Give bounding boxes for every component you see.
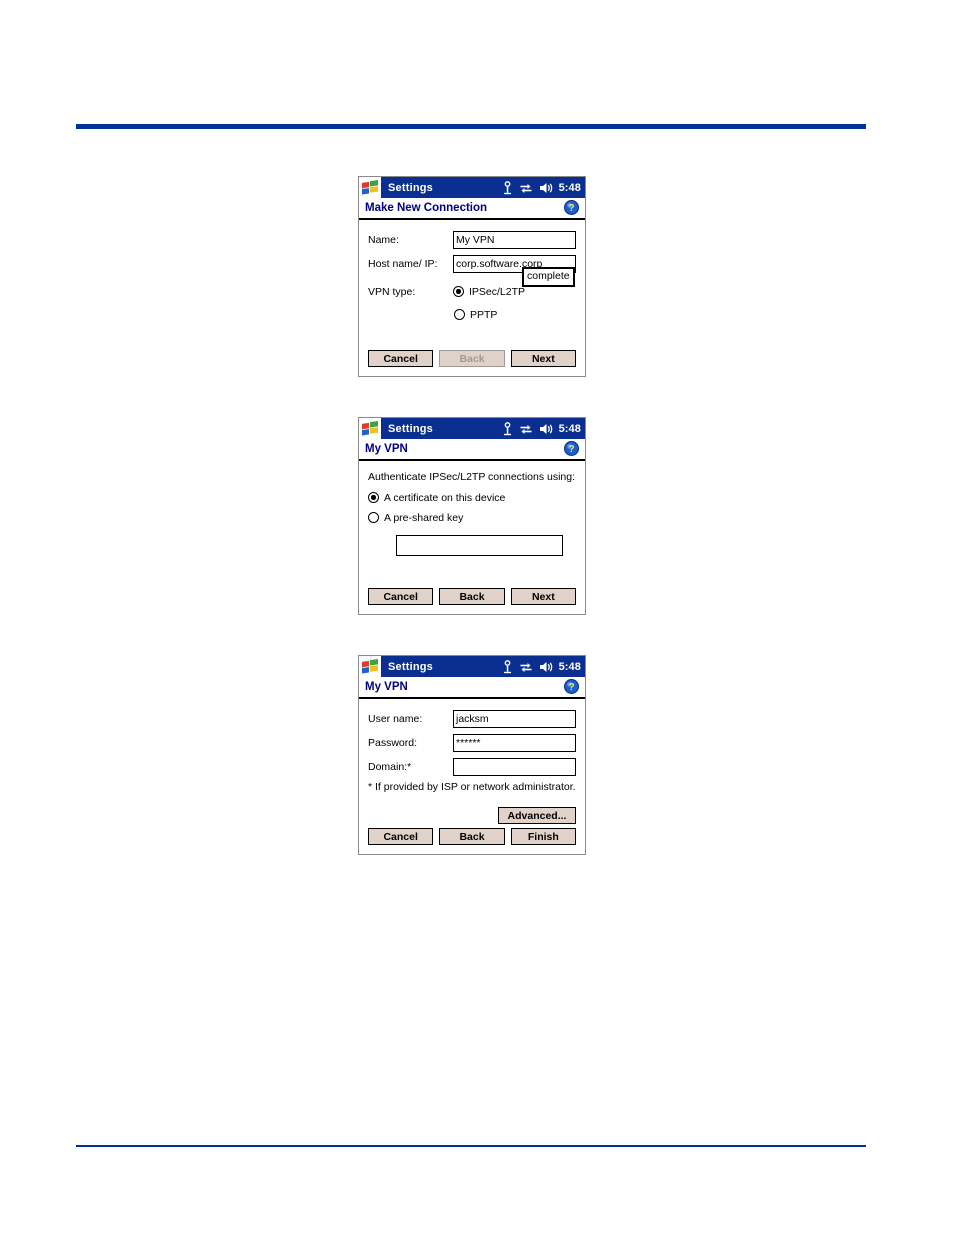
volume-icon: [539, 182, 552, 193]
screen-caption-bar: Make New Connection ?: [359, 198, 585, 220]
title-bar: Settings 5:48: [359, 656, 585, 677]
svg-text:?: ?: [568, 203, 574, 214]
help-icon[interactable]: ?: [564, 441, 579, 456]
connectivity-icon: [520, 424, 532, 434]
screen-content: Authenticate IPSec/L2TP connections usin…: [359, 461, 585, 614]
auth-option-certificate-row: A certificate on this device: [368, 489, 576, 506]
field-row-password: Password: ******: [368, 733, 576, 752]
page-footer-rule: [76, 1145, 866, 1147]
device-screenshot-my-vpn-credentials: Settings 5:48 My VPN ? User name: jacksm…: [358, 655, 586, 855]
password-label: Password:: [368, 736, 418, 749]
volume-icon: [539, 423, 552, 434]
screen-caption-bar: My VPN ?: [359, 677, 585, 699]
back-button[interactable]: Back: [439, 828, 505, 845]
radio-pptp[interactable]: [454, 309, 465, 320]
button-row: Cancel Back Finish: [368, 828, 576, 845]
page-title: My VPN: [365, 681, 408, 693]
cancel-button[interactable]: Cancel: [368, 588, 434, 605]
page-header-rule: [76, 124, 866, 129]
back-button: Back: [439, 350, 505, 367]
username-label: User name:: [368, 712, 423, 725]
connectivity-icon: [520, 662, 532, 672]
cancel-button[interactable]: Cancel: [368, 828, 434, 845]
advanced-button[interactable]: Advanced...: [498, 807, 576, 824]
title-bar-app-title: Settings: [388, 660, 433, 673]
page-title: Make New Connection: [365, 202, 488, 214]
footnote-label: * If provided by ISP or network administ…: [368, 781, 576, 793]
domain-input[interactable]: [453, 757, 576, 776]
page-title: My VPN: [365, 443, 408, 455]
autocomplete-tooltip[interactable]: complete: [522, 267, 575, 287]
signal-icon: [503, 659, 511, 673]
device-screenshot-my-vpn-auth: Settings 5:48 My VPN ? Authenticate IPSe…: [358, 417, 586, 615]
advanced-button-row: Advanced...: [498, 807, 576, 824]
pre-shared-key-input[interactable]: [396, 535, 563, 556]
auth-option-preshared-row: A pre-shared key: [368, 509, 576, 526]
screen-content: Name: My VPN Host name/ IP: corp.softwar…: [359, 220, 585, 376]
windows-start-flag-icon[interactable]: [359, 418, 381, 439]
back-button[interactable]: Back: [439, 588, 505, 605]
clock-label: 5:48: [558, 422, 581, 435]
vpn-type-pptp-row: PPTP: [454, 306, 576, 323]
finish-button[interactable]: Finish: [510, 828, 576, 845]
field-row-name: Name: My VPN: [368, 230, 576, 249]
domain-label: Domain:*: [368, 760, 412, 773]
device-screenshot-make-new-connection: Settings 5:48 Make New Connection ? Name…: [358, 176, 586, 377]
clock-label: 5:48: [558, 181, 581, 194]
cancel-button[interactable]: Cancel: [368, 350, 434, 367]
connectivity-icon: [520, 183, 532, 193]
help-icon[interactable]: ?: [564, 679, 579, 694]
hostname-label: Host name/ IP:: [368, 257, 438, 270]
password-input[interactable]: ******: [453, 733, 576, 752]
screen-caption-bar: My VPN ?: [359, 439, 585, 461]
field-row-domain: Domain:*: [368, 757, 576, 776]
status-icon-tray: 5:48: [502, 418, 581, 439]
windows-start-flag-icon[interactable]: [359, 177, 381, 198]
volume-icon: [539, 661, 552, 672]
status-icon-tray: 5:48: [502, 177, 581, 198]
screen-content: User name: jacksm Password: ****** Domai…: [359, 699, 585, 854]
field-row-username: User name: jacksm: [368, 709, 576, 728]
next-button[interactable]: Next: [510, 588, 576, 605]
name-input[interactable]: My VPN: [453, 230, 576, 249]
status-icon-tray: 5:48: [502, 656, 581, 677]
clock-label: 5:48: [558, 660, 581, 673]
username-input[interactable]: jacksm: [453, 709, 576, 728]
svg-text:?: ?: [568, 682, 574, 693]
auth-prompt-label: Authenticate IPSec/L2TP connections usin…: [368, 471, 576, 483]
title-bar: Settings 5:48: [359, 418, 585, 439]
signal-icon: [503, 421, 511, 435]
radio-ipsec-l2tp[interactable]: [453, 286, 464, 297]
radio-pre-shared-key[interactable]: [368, 512, 379, 523]
svg-text:?: ?: [568, 444, 574, 455]
windows-start-flag-icon[interactable]: [359, 656, 381, 677]
help-icon[interactable]: ?: [564, 200, 579, 215]
signal-icon: [503, 180, 511, 194]
next-button[interactable]: Next: [510, 350, 576, 367]
vpn-type-label: VPN type:: [368, 285, 416, 298]
title-bar: Settings 5:48: [359, 177, 585, 198]
name-label: Name:: [368, 233, 399, 246]
radio-pptp-label: PPTP: [470, 308, 498, 321]
radio-pre-shared-key-label: A pre-shared key: [384, 511, 464, 524]
radio-ipsec-l2tp-label: IPSec/L2TP: [469, 285, 526, 298]
radio-certificate-label: A certificate on this device: [384, 491, 506, 504]
button-row: Cancel Back Next: [368, 350, 576, 367]
title-bar-app-title: Settings: [388, 422, 433, 435]
title-bar-app-title: Settings: [388, 181, 433, 194]
button-row: Cancel Back Next: [368, 588, 576, 605]
radio-certificate[interactable]: [368, 492, 379, 503]
